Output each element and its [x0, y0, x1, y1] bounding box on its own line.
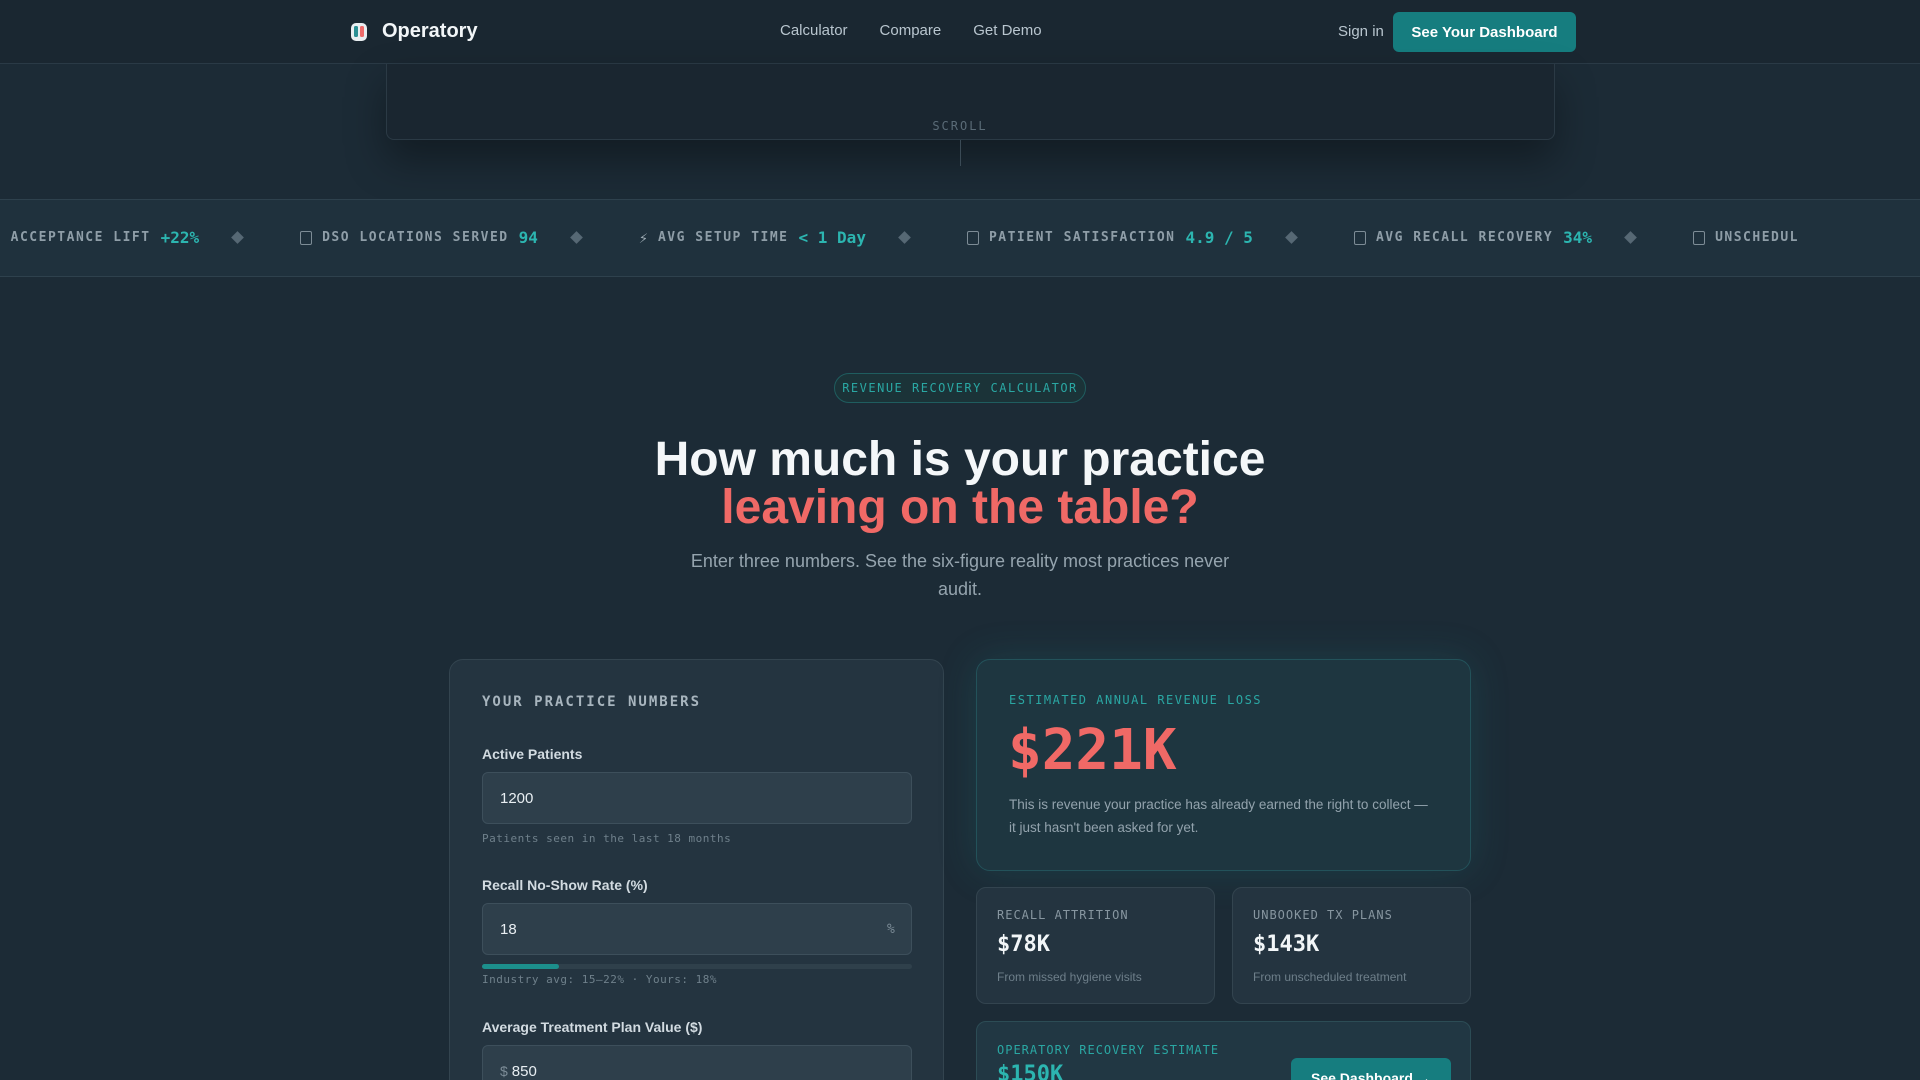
ticker-label: DSO LOCATIONS SERVED: [322, 230, 509, 245]
noshow-rate-bar: [482, 964, 912, 969]
ticker-label: E ACCEPTANCE LIFT: [0, 230, 151, 245]
noshow-rate-hint: Industry avg: 15–22% · Yours: 18%: [482, 973, 718, 986]
bolt-icon: ⚡: [638, 228, 648, 247]
nav-link-get-demo[interactable]: Get Demo: [973, 22, 1041, 39]
document-icon: [966, 230, 979, 245]
diamond-separator-icon: [1285, 231, 1298, 244]
active-patients-label: Active Patients: [482, 746, 583, 762]
loss-description: This is revenue your practice has alread…: [1009, 797, 1428, 835]
ticker-value: < 1 Day: [798, 228, 866, 247]
unbooked-value: $143K: [1253, 932, 1320, 957]
ticker-label: AVG RECALL RECOVERY: [1375, 230, 1554, 245]
practice-numbers-card: YOUR PRACTICE NUMBERS Active Patients Pa…: [449, 659, 944, 1080]
ticker-value: 34%: [1563, 228, 1593, 247]
treatment-value-field[interactable]: $ 850: [482, 1045, 912, 1080]
nav-link-calculator[interactable]: Calculator: [780, 22, 848, 39]
recovery-label: OPERATORY RECOVERY ESTIMATE: [997, 1043, 1220, 1057]
nav-links: Calculator Compare Get Demo: [780, 22, 1042, 39]
ticker-value: +22%: [160, 228, 200, 247]
noshow-rate-label: Recall No-Show Rate (%): [482, 877, 648, 893]
diamond-separator-icon: [231, 231, 244, 244]
ticker-track: E ACCEPTANCE LIFT +22% DSO LOCATIONS SER…: [0, 228, 1823, 247]
diamond-separator-icon: [570, 231, 583, 244]
document-icon: [1353, 230, 1366, 245]
recall-value: $78K: [997, 932, 1050, 957]
ticker-item: PATIENT SATISFACTION 4.9 / 5: [966, 228, 1253, 247]
unbooked-label: UNBOOKED TX PLANS: [1253, 908, 1393, 922]
diamond-separator-icon: [898, 231, 911, 244]
loss-value: $221K: [1008, 718, 1177, 783]
diamond-separator-icon: [1624, 231, 1637, 244]
ticker-label: UNSCHEDUL: [1715, 230, 1800, 245]
ticker-label: PATIENT SATISFACTION: [988, 230, 1176, 245]
active-patients-input[interactable]: [482, 772, 912, 824]
document-icon: [300, 230, 313, 245]
section-title-line1: How much is your practice: [654, 433, 1266, 486]
scroll-line: [960, 140, 961, 166]
unbooked-tx-card: UNBOOKED TX PLANS $143K From unscheduled…: [1232, 887, 1471, 1004]
sign-in-link[interactable]: Sign in: [1338, 23, 1384, 40]
noshow-rate-input[interactable]: [482, 903, 912, 955]
section-badge: REVENUE RECOVERY CALCULATOR: [834, 373, 1086, 403]
brand[interactable]: Operatory: [348, 20, 478, 43]
ticker-item: AVG RECALL RECOVERY 34%: [1353, 228, 1593, 247]
top-nav: Operatory Calculator Compare Get Demo Si…: [0, 0, 1920, 64]
ticker-value: 94: [518, 228, 538, 247]
noshow-rate-bar-fill: [482, 964, 560, 969]
brand-name: Operatory: [382, 20, 478, 42]
ticker-label: AVG SETUP TIME: [657, 230, 789, 245]
ticker-item: DSO LOCATIONS SERVED 94: [300, 228, 538, 247]
dollar-prefix: $: [500, 1063, 508, 1079]
revenue-loss-card: ESTIMATED ANNUAL REVENUE LOSS $221K This…: [976, 659, 1471, 871]
ticker-item: E ACCEPTANCE LIFT +22%: [0, 228, 199, 247]
ticker-item: UNSCHEDUL: [1693, 230, 1799, 245]
ticker-item: ⚡ AVG SETUP TIME < 1 Day: [639, 228, 866, 247]
recall-label: RECALL ATTRITION: [997, 908, 1129, 922]
nav-link-compare[interactable]: Compare: [880, 22, 942, 39]
recall-description: From missed hygiene visits: [997, 970, 1142, 984]
loss-label: ESTIMATED ANNUAL REVENUE LOSS: [1009, 693, 1263, 707]
percent-suffix: %: [887, 922, 895, 937]
document-icon: [1693, 230, 1706, 245]
section-title-line2: leaving on the table?: [721, 481, 1199, 534]
treatment-value-label: Average Treatment Plan Value ($): [482, 1019, 703, 1035]
recall-attrition-card: RECALL ATTRITION $78K From missed hygien…: [976, 887, 1215, 1004]
ticker-value: 4.9 / 5: [1185, 228, 1253, 247]
treatment-value-input[interactable]: 850: [512, 1063, 537, 1080]
unbooked-description: From unscheduled treatment: [1253, 970, 1407, 984]
see-dashboard-button[interactable]: See Your Dashboard: [1393, 12, 1576, 52]
recovery-estimate-card: OPERATORY RECOVERY ESTIMATE $150K See Da…: [976, 1021, 1471, 1080]
stats-ticker: E ACCEPTANCE LIFT +22% DSO LOCATIONS SER…: [0, 199, 1920, 277]
active-patients-hint: Patients seen in the last 18 months: [482, 832, 732, 845]
scroll-indicator: SCROLL: [932, 119, 988, 133]
section-subtitle: Enter three numbers. See the six-figure …: [690, 551, 1230, 599]
recovery-value: $150K: [997, 1062, 1064, 1080]
card-title: YOUR PRACTICE NUMBERS: [482, 694, 702, 710]
tooth-logo-icon: [351, 22, 367, 41]
see-dashboard-card-button[interactable]: See Dashboard →: [1291, 1058, 1451, 1080]
